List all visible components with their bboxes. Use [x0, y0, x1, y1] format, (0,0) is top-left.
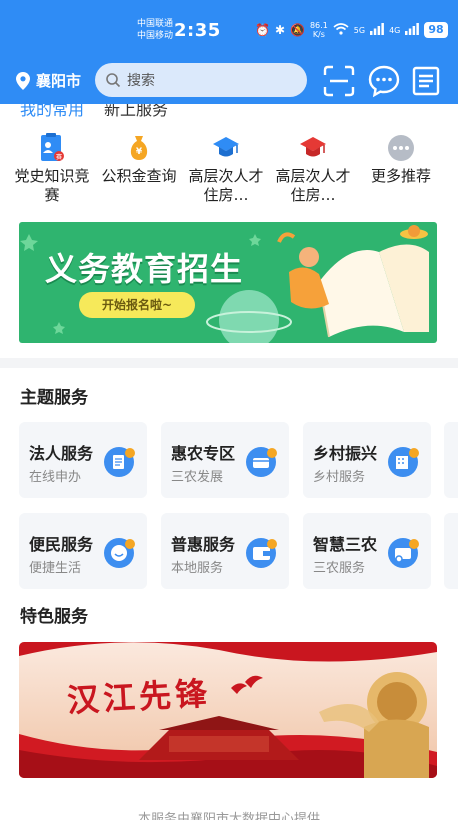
card-subtitle: 本地服务: [171, 561, 224, 576]
card-title: 法人服务: [29, 444, 94, 463]
signal-icon: [370, 22, 384, 38]
enrollment-banner[interactable]: 义务教育招生 开始报名啦~: [19, 222, 437, 343]
battery-indicator: 98: [424, 22, 448, 38]
status-icons: ⏰ ✱ 🔕 86.1 K/s 5G 4G 98: [255, 21, 448, 39]
service-talent-housing-2[interactable]: 高层次人才住房…: [269, 133, 357, 205]
card-legal-person[interactable]: 法人服务 在线申办: [19, 422, 147, 498]
chat-icon: [368, 65, 400, 98]
network-type-1: 5G: [353, 25, 366, 35]
location-label: 襄阳市: [36, 72, 82, 90]
signal-icon-2: [405, 22, 420, 38]
hanjiang-pioneer-banner[interactable]: 汉江先锋: [19, 642, 437, 778]
service-talent-housing-1[interactable]: 高层次人才住房…: [182, 133, 270, 205]
service-quiz[interactable]: 赛 党史知识竞赛: [8, 133, 96, 205]
service-label: 更多推荐: [370, 167, 431, 185]
service-label: 党史知识竞赛: [14, 167, 90, 204]
status-bar: 中国联通 中国移动 2:35 ⏰ ✱ 🔕 86.1 K/s 5G 4G 98: [0, 14, 458, 50]
card-convenience[interactable]: 便民服务 便捷生活: [19, 513, 147, 589]
village-icon: [388, 447, 419, 477]
location-selector[interactable]: 襄阳市: [16, 70, 81, 91]
card-subtitle: 在线申办: [29, 470, 82, 485]
card-title: 智慧三农: [313, 535, 378, 554]
location-pin-icon: [16, 71, 30, 90]
card-subtitle: 三农服务: [313, 561, 366, 576]
card-agriculture[interactable]: 惠农专区 三农发展: [161, 422, 289, 498]
net-speed: 86.1 K/s: [310, 21, 328, 39]
smart-farm-icon: [388, 538, 419, 568]
mute-icon: 🔕: [290, 23, 305, 37]
wallet-icon: [246, 538, 277, 568]
menu-button[interactable]: [411, 64, 445, 98]
wifi-icon: [333, 22, 349, 38]
agriculture-icon: [246, 447, 277, 477]
carrier-2: 中国移动: [137, 31, 174, 41]
carrier-1: 中国联通: [137, 19, 174, 29]
card-subtitle: 三农发展: [171, 470, 224, 485]
scan-icon: [323, 65, 355, 97]
net-speed-value: 86.1: [309, 21, 328, 30]
search-placeholder: 搜索: [127, 73, 155, 89]
card-subtitle: 便捷生活: [29, 561, 82, 576]
clock: 2:35: [174, 20, 221, 41]
card-title: 惠农专区: [171, 444, 236, 463]
service-fund-query[interactable]: ¥ 公积金查询: [95, 133, 183, 186]
more-icon: [388, 135, 414, 161]
card-title: 乡村振兴: [313, 444, 378, 463]
frequent-services: 赛 党史知识竞赛 ¥ 公积金查询 高层次人才住房… 高层次人才住房… 更多推荐: [0, 133, 458, 213]
service-label: 公积金查询: [101, 167, 177, 185]
legal-person-icon: [104, 447, 135, 477]
app-header: 中国联通 中国移动 2:35 ⏰ ✱ 🔕 86.1 K/s 5G 4G 98 襄阳…: [0, 0, 458, 104]
featured-services-title: 特色服务: [20, 607, 88, 627]
card-smart-farm[interactable]: 智慧三农 三农服务: [303, 513, 431, 589]
quiz-icon: 赛: [41, 133, 64, 161]
graduation-cap-icon: [300, 137, 326, 157]
network-type-2: 4G: [389, 25, 401, 35]
footer-note: 本服务由襄阳市大数据中心提供: [137, 812, 320, 820]
card-title: 便民服务: [29, 535, 94, 554]
enroll-button[interactable]: 开始报名啦~: [79, 292, 195, 318]
service-more[interactable]: 更多推荐: [357, 133, 445, 186]
graduation-cap-icon: [213, 137, 239, 157]
card-subtitle: 乡村服务: [313, 470, 366, 485]
card-partial[interactable]: [444, 513, 458, 589]
alarm-icon: ⏰: [255, 23, 270, 37]
list-icon: [412, 66, 440, 96]
feature-banner-title: 汉江先锋: [66, 674, 213, 720]
service-label: 高层次人才住房…: [188, 167, 264, 204]
card-village[interactable]: 乡村振兴 乡村服务: [303, 422, 431, 498]
banner-title: 义务教育招生: [45, 250, 244, 288]
card-inclusive[interactable]: 普惠服务 本地服务: [161, 513, 289, 589]
bluetooth-icon: ✱: [274, 23, 286, 37]
convenience-icon: [104, 538, 135, 568]
themed-services-title: 主题服务: [20, 388, 88, 408]
message-button[interactable]: [367, 64, 401, 98]
search-input[interactable]: 搜索: [95, 63, 307, 97]
scan-button[interactable]: [322, 64, 356, 98]
search-icon: [106, 73, 121, 88]
net-speed-unit: K/s: [312, 30, 325, 39]
carrier-info: 中国联通 中国移动: [137, 18, 173, 42]
service-label: 高层次人才住房…: [275, 167, 351, 204]
svg-text:赛: 赛: [56, 153, 62, 161]
svg-text:¥: ¥: [136, 147, 143, 157]
section-divider: [0, 358, 458, 368]
card-partial[interactable]: [444, 422, 458, 498]
money-bag-icon: ¥: [130, 136, 148, 160]
card-title: 普惠服务: [171, 535, 236, 554]
